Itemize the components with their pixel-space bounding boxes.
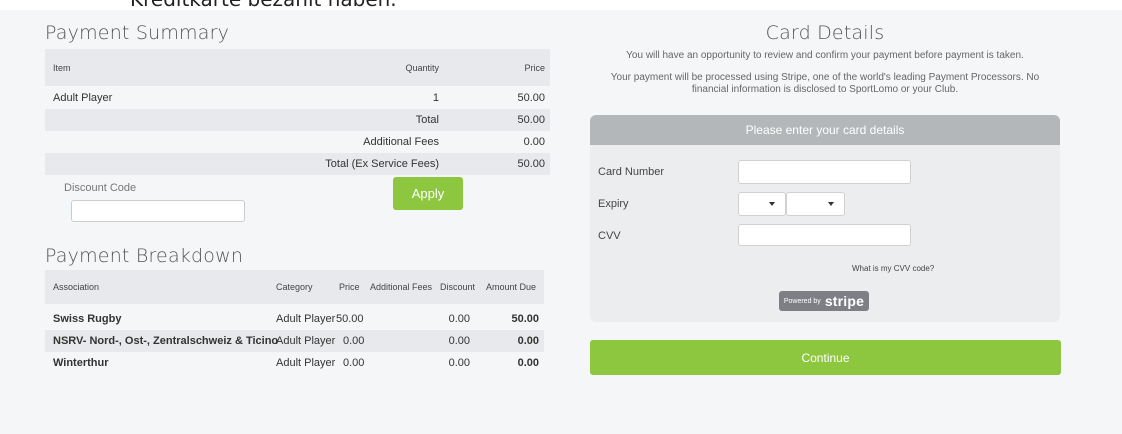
total-ex-fees-label: Total (Ex Service Fees) [325,158,439,170]
total-value: 50.00 [517,114,545,126]
continue-button[interactable]: Continue [590,340,1061,375]
header-discount: Discount [440,282,476,292]
breakdown-amount-due: 0.00 [517,335,539,347]
breakdown-category: Adult Player [276,335,336,347]
table-row: Winterthur Adult Player 0.00 0.00 0.00 [45,352,544,374]
breakdown-association: Swiss Rugby [53,313,122,325]
powered-by-stripe-badge[interactable]: Powered by stripe [779,291,869,311]
stripe-note: Your payment will be processed using Str… [610,72,1040,95]
header-quantity: Quantity [405,62,439,73]
breakdown-price: 0.00 [343,335,365,347]
total-label: Total [415,114,439,126]
breakdown-discount: 0.00 [448,357,470,369]
header-price: Price [339,282,360,292]
payment-breakdown-title: Payment Breakdown [45,245,244,267]
card-details-title: Card Details [765,22,885,44]
summary-price: 50.00 [517,92,545,104]
total-row: Total 50.00 [45,109,550,131]
total-ex-fees-row: Total (Ex Service Fees) 50.00 [45,153,550,175]
summary-item: Adult Player [53,92,113,104]
breakdown-price: 50.00 [336,313,364,325]
additional-fees-row: Additional Fees 0.00 [45,131,550,153]
additional-fees-value: 0.00 [523,136,545,148]
breakdown-discount: 0.00 [448,335,470,347]
breakdown-category: Adult Player [276,313,336,325]
cut-heading: Kreditkarte bezahlt haben. [130,0,397,10]
summary-header-row: Item Quantity Price [45,49,550,86]
expiry-label: Expiry [598,198,629,210]
stripe-logo: stripe [824,293,865,309]
table-row: NSRV- Nord-, Ost-, Zentralschweiz & Tici… [45,330,544,352]
discount-code-label: Discount Code [64,182,137,194]
card-number-label: Card Number [598,166,665,178]
breakdown-header-row: Association Category Price Additional Fe… [45,270,544,304]
breakdown-amount-due: 50.00 [511,313,539,325]
table-row: Swiss Rugby Adult Player 50.00 0.00 50.0… [45,308,544,330]
additional-fees-label: Additional Fees [363,136,439,148]
discount-code-input[interactable] [71,200,245,222]
apply-button[interactable]: Apply [393,177,463,210]
breakdown-category: Adult Player [276,357,336,369]
total-ex-fees-value: 50.00 [517,158,545,170]
header-category: Category [276,282,313,292]
chevron-down-icon [769,202,775,206]
payment-summary-title: Payment Summary [45,22,230,44]
header-amount-due: Amount Due [486,282,537,292]
breakdown-price: 0.00 [343,357,365,369]
cvv-label: CVV [598,230,621,242]
header-item: Item [53,62,71,73]
breakdown-table: Association Category Price Additional Fe… [45,270,544,380]
cvv-help-link[interactable]: What is my CVV code? [852,264,934,273]
review-note: You will have an opportunity to review a… [626,50,1024,61]
cut-heading-strip: Kreditkarte bezahlt haben. [0,0,1122,10]
expiry-month-select[interactable] [738,192,786,216]
breakdown-association: Winterthur [53,357,109,369]
header-price: Price [524,62,545,73]
breakdown-discount: 0.00 [448,313,470,325]
summary-table: Item Quantity Price Adult Player 1 50.00… [45,49,550,179]
summary-row: Adult Player 1 50.00 [45,87,550,109]
summary-quantity: 1 [432,92,439,104]
card-number-input[interactable] [738,160,911,184]
card-panel-header: Please enter your card details [590,115,1060,145]
header-additional-fees: Additional Fees [370,282,433,292]
powered-by-text: Powered by [783,297,821,305]
breakdown-amount-due: 0.00 [517,357,539,369]
chevron-down-icon [828,202,834,206]
header-association: Association [53,282,100,292]
cvv-input[interactable] [738,224,911,246]
expiry-year-select[interactable] [786,192,845,216]
breakdown-association: NSRV- Nord-, Ost-, Zentralschweiz & Tici… [53,335,279,347]
